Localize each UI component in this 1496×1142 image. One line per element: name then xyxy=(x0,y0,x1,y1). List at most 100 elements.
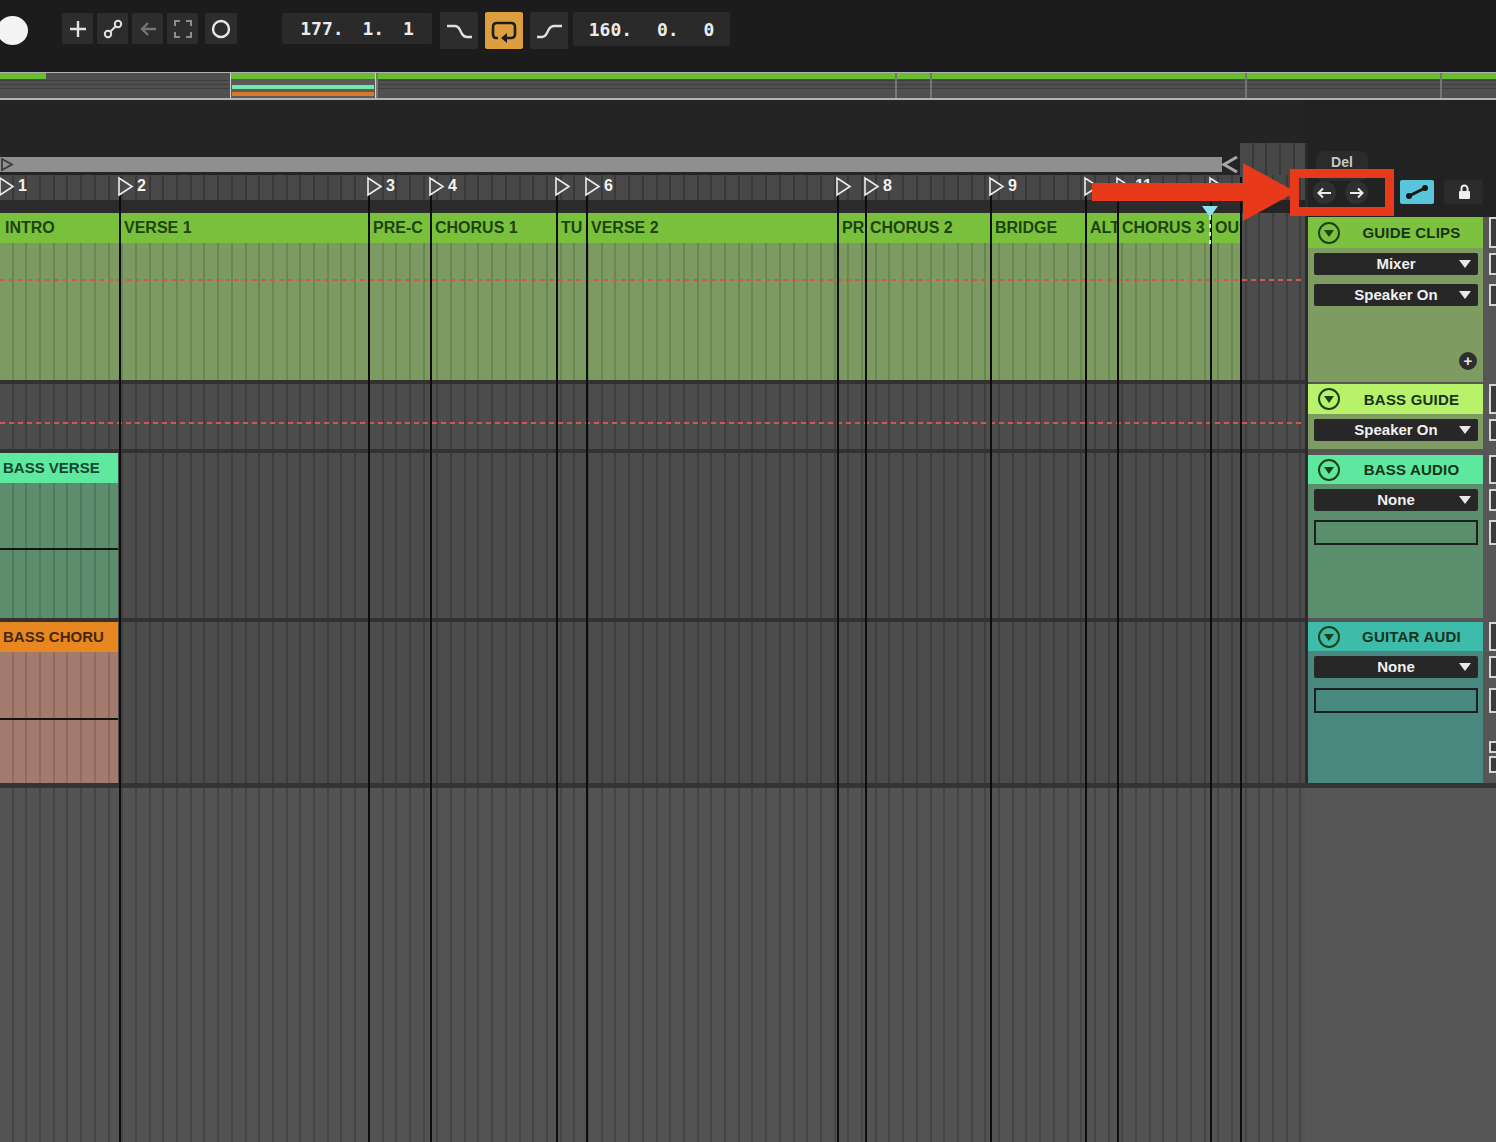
track-row-guitar[interactable] xyxy=(0,622,1305,783)
clipped-panel-box xyxy=(1489,455,1496,484)
section-clip-verse-1[interactable]: VERSE 1 xyxy=(119,213,368,243)
overview-clip-segment xyxy=(932,73,1245,79)
clipped-panel-box xyxy=(1489,384,1496,414)
section-boundary-line xyxy=(586,177,588,1142)
fade-out-button[interactable] xyxy=(440,12,478,49)
track-name: BASS AUDIO xyxy=(1340,461,1483,478)
dropdown-none[interactable]: None xyxy=(1314,489,1478,511)
locator-marker[interactable] xyxy=(864,176,881,201)
selection-frame-icon xyxy=(172,18,194,40)
section-clip-chorus-3[interactable]: CHORUS 3 xyxy=(1117,213,1210,243)
locator-marker[interactable] xyxy=(118,176,135,201)
record-oval-icon[interactable] xyxy=(0,16,28,45)
dropdown-mixer[interactable]: Mixer xyxy=(1314,253,1478,275)
fold-track-icon[interactable] xyxy=(1318,459,1340,481)
clip-bass-verse-body[interactable] xyxy=(0,483,118,618)
track-header-guide-clips[interactable]: GUIDE CLIPS xyxy=(1308,217,1483,248)
loop-end-icon[interactable] xyxy=(1220,156,1240,173)
locator-marker[interactable] xyxy=(429,176,446,201)
clipped-panel-box xyxy=(1489,419,1496,441)
clip-bass-verse-header[interactable]: BASS VERSE xyxy=(0,453,118,483)
annotation-rectangle xyxy=(1290,169,1394,216)
track-header-guitar-audi[interactable]: GUITAR AUDI xyxy=(1308,622,1483,651)
clipped-panel-box xyxy=(1489,656,1496,678)
locator-marker[interactable] xyxy=(0,176,16,201)
fade-in-button[interactable] xyxy=(530,12,568,49)
link-nodes-button[interactable] xyxy=(97,13,128,44)
locator-marker[interactable] xyxy=(989,176,1006,201)
fade-out-icon xyxy=(444,18,474,44)
section-clip-intro[interactable]: INTRO xyxy=(0,213,119,243)
locator-marker[interactable] xyxy=(836,176,853,201)
clipped-panel-box xyxy=(1489,253,1496,275)
annotation-arrow-body xyxy=(1092,183,1245,201)
clipped-panel-box xyxy=(1489,217,1496,248)
section-clip-chorus-2[interactable]: CHORUS 2 xyxy=(865,213,990,243)
back-arrow-button[interactable] xyxy=(132,13,163,44)
loop-length-display[interactable]: 160. 0. 0 xyxy=(573,12,730,46)
section-clip-bridge[interactable]: BRIDGE xyxy=(990,213,1085,243)
fade-in-icon xyxy=(534,18,564,44)
section-clip-pr[interactable]: PR xyxy=(837,213,865,243)
section-boundary-line xyxy=(1117,177,1119,1142)
section-boundary-line xyxy=(1210,177,1212,1142)
automation-dashed-line-2 xyxy=(0,422,1305,424)
track-row-bass-guide[interactable] xyxy=(0,384,1305,449)
locator-number: 2 xyxy=(137,177,146,195)
section-clip-pre-c[interactable]: PRE-C xyxy=(368,213,430,243)
track-name: BASS GUIDE xyxy=(1340,391,1483,408)
selection-frame-button[interactable] xyxy=(167,13,198,44)
fold-track-icon[interactable] xyxy=(1318,222,1340,244)
clip-bass-chorus[interactable]: BASS CHORU xyxy=(0,622,118,783)
locator-marker[interactable] xyxy=(585,176,602,201)
draw-mode-icon xyxy=(1404,183,1430,201)
track-name: GUIDE CLIPS xyxy=(1340,224,1483,241)
track-header-bass-audio[interactable]: BASS AUDIO xyxy=(1308,455,1483,484)
section-clip-verse-2[interactable]: VERSE 2 xyxy=(586,213,837,243)
loop-start-icon xyxy=(1,158,15,172)
empty-value-box[interactable] xyxy=(1314,520,1478,545)
locator-number: 8 xyxy=(883,177,892,195)
section-boundary-line xyxy=(430,177,432,1142)
add-button[interactable] xyxy=(62,13,93,44)
arrangement-position-display[interactable]: 177. 1. 1 xyxy=(282,13,432,44)
loop-button[interactable] xyxy=(485,12,523,49)
guide-clips-body[interactable] xyxy=(0,243,1240,380)
dropdown-speaker-on[interactable]: Speaker On xyxy=(1314,419,1478,441)
locator-number: 3 xyxy=(386,177,395,195)
section-boundary-line xyxy=(1085,177,1087,1142)
section-clip-alt[interactable]: ALT xyxy=(1085,213,1117,243)
track-header-bass-guide[interactable]: BASS GUIDE xyxy=(1308,384,1483,414)
circle-icon xyxy=(210,18,232,40)
clipped-panel-box xyxy=(1489,756,1496,773)
overview-clip-segment xyxy=(1442,73,1496,79)
arrangement-overview[interactable] xyxy=(0,72,1496,100)
ableton-arrangement-view: 177. 1. 1 160. 0. 0 17719320922524125727… xyxy=(0,0,1496,1142)
fold-track-icon[interactable] xyxy=(1318,626,1340,648)
draw-mode-button[interactable] xyxy=(1400,180,1434,204)
circle-button[interactable] xyxy=(205,13,237,44)
section-clip-chorus-1[interactable]: CHORUS 1 xyxy=(430,213,556,243)
fold-track-icon[interactable] xyxy=(1318,388,1340,410)
dropdown-speaker-on[interactable]: Speaker On xyxy=(1314,284,1478,306)
locator-marker[interactable] xyxy=(367,176,384,201)
plus-icon xyxy=(68,19,88,39)
loop-brace[interactable] xyxy=(0,157,1222,172)
overview-track-separator xyxy=(1245,73,1247,98)
add-automation-button[interactable]: + xyxy=(1459,352,1477,370)
clipped-panel-box xyxy=(1489,741,1496,753)
dropdown-none[interactable]: None xyxy=(1314,656,1478,678)
overview-clip-segment xyxy=(897,73,930,79)
empty-grid-area[interactable] xyxy=(0,788,1305,1142)
clip-bass-verse[interactable]: BASS VERSE xyxy=(0,453,118,618)
empty-value-box[interactable] xyxy=(1314,688,1478,713)
section-boundary-line xyxy=(990,177,992,1142)
section-boundary-line xyxy=(368,177,370,1142)
track-row-bass-audio[interactable] xyxy=(0,453,1305,618)
locator-marker[interactable] xyxy=(555,176,572,201)
section-clip-tu[interactable]: TU xyxy=(556,213,586,243)
locator-number: 9 xyxy=(1008,177,1017,195)
lock-button[interactable] xyxy=(1444,180,1483,204)
section-clip-ou[interactable]: OU xyxy=(1210,213,1240,243)
clip-bass-chorus-header[interactable]: BASS CHORU xyxy=(0,622,118,652)
